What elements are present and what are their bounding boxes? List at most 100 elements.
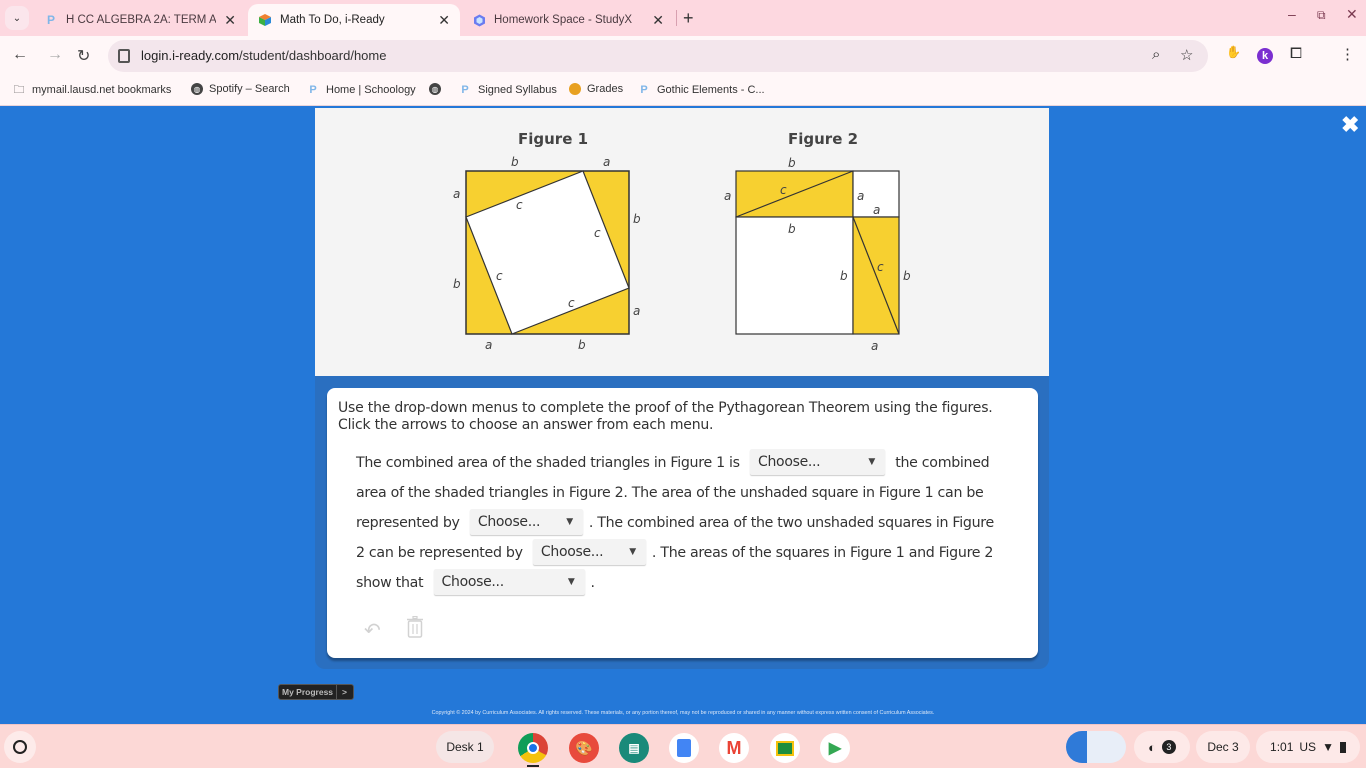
label: c [516, 198, 523, 212]
restore-icon[interactable]: ⧉ [1317, 8, 1326, 23]
label: c [594, 226, 601, 240]
extensions-puzzle-icon[interactable]: ⧠ [1290, 45, 1302, 62]
menu-kebab-icon[interactable]: ⋮ [1340, 45, 1355, 63]
notification-tray[interactable]: ◐ 3 [1134, 731, 1190, 763]
chevron-right-icon: > [342, 687, 347, 697]
bookmark-folder[interactable]: 🗀 mymail.lausd.net bookmarks [12, 83, 172, 97]
url-path: /student/dashboard/home [239, 48, 387, 63]
dropdown-4[interactable]: Choose... ▼ [433, 569, 585, 595]
new-tab-button[interactable]: + [683, 8, 694, 29]
bookmark-globe[interactable]: ◍ [429, 83, 447, 95]
play-store-app-icon[interactable]: ▶ [820, 733, 850, 763]
reload-icon[interactable]: ↻ [77, 46, 90, 66]
undo-icon[interactable]: ↶ [364, 618, 381, 643]
date-text: Dec 3 [1207, 740, 1239, 754]
zoom-icon[interactable]: ⌕ [1152, 46, 1160, 63]
schoology-p-icon: P [640, 84, 648, 96]
slides-app-icon[interactable]: ▤ [619, 733, 649, 763]
globe-icon: ◍ [191, 83, 203, 95]
dropdown-value: Choose... [477, 514, 541, 530]
os-shelf: Desk 1 🎨 ▤ M ▶ ◐ 3 Dec 3 1:01 US ▼ [0, 724, 1366, 768]
dropdown-arrow-icon[interactable]: ▼ [568, 569, 575, 595]
docs-app-icon[interactable] [669, 733, 699, 763]
tab-schoology[interactable]: P H CC ALGEBRA 2A: TERM A2- P ✕ [34, 4, 246, 36]
wifi-icon: ▼ [1322, 740, 1334, 754]
dropdown-value: Choose... [441, 574, 505, 590]
label: c [496, 269, 503, 283]
bookmark-label: Gothic Elements - C... [657, 84, 765, 96]
tab-title: H CC ALGEBRA 2A: TERM A2- P [66, 14, 216, 26]
bookmark-syllabus[interactable]: P Signed Syllabus [458, 83, 557, 97]
prompt-text: . [590, 575, 596, 591]
date-tray[interactable]: Dec 3 [1196, 731, 1250, 763]
question-prompt: The combined area of the shaded triangle… [356, 448, 1006, 598]
profile-avatar[interactable]: k [1257, 48, 1273, 64]
folder-icon: 🗀 [13, 83, 25, 96]
label: b [578, 338, 586, 352]
battery-icon [1339, 741, 1346, 753]
status-tray[interactable]: 1:01 US ▼ [1256, 731, 1360, 763]
dropdown-arrow-icon[interactable]: ▼ [868, 449, 875, 475]
schoology-p-icon: P [309, 84, 317, 96]
notification-count: 3 [1161, 740, 1176, 754]
iready-cube-icon [258, 13, 272, 27]
dropdown-2[interactable]: Choose... ▼ [469, 509, 583, 535]
label: a [603, 155, 610, 169]
tab-separator [676, 10, 677, 26]
tab-iready[interactable]: Math To Do, i-Ready ✕ [248, 4, 460, 36]
url-text[interactable]: login.i-ready.com/student/dashboard/home [141, 48, 386, 63]
classroom-app-icon[interactable] [770, 733, 800, 763]
close-tab-icon[interactable]: ✕ [224, 12, 236, 29]
chevron-down-icon: ⌄ [12, 12, 22, 24]
launcher-button[interactable] [4, 731, 36, 763]
label: b [840, 269, 848, 283]
studyx-icon [472, 13, 486, 27]
screen-capture-thumbnail[interactable] [1066, 731, 1126, 763]
bookmark-star-icon[interactable]: ☆ [1180, 46, 1193, 64]
browser-toolbar: ← → ↻ login.i-ready.com/student/dashboar… [0, 36, 1366, 76]
label: a [633, 304, 640, 318]
notification-icon: ◐ [1148, 739, 1156, 755]
minimize-icon[interactable]: – [1288, 6, 1296, 22]
close-lesson-icon[interactable]: ✖ [1341, 112, 1359, 138]
back-icon[interactable]: ← [12, 46, 28, 64]
tab-title: Math To Do, i-Ready [280, 14, 385, 26]
forward-icon[interactable]: → [47, 46, 63, 64]
label: a [724, 189, 731, 203]
tab-studyx[interactable]: Homework Space - StudyX ✕ [462, 4, 674, 36]
gmail-app-icon[interactable]: M [719, 733, 749, 763]
dropdown-value: Choose... [540, 544, 604, 560]
dropdown-value: Choose... [758, 454, 821, 470]
dropdown-3[interactable]: Choose... ▼ [532, 539, 646, 565]
close-tab-icon[interactable]: ✕ [438, 12, 450, 29]
canvas-app-icon[interactable]: 🎨 [569, 733, 599, 763]
bookmark-label: Grades [587, 83, 624, 95]
trash-icon[interactable] [406, 616, 424, 638]
globe-icon: ◍ [429, 83, 441, 95]
bookmark-grades[interactable]: Grades [569, 83, 623, 95]
label: b [511, 155, 519, 169]
dropdown-arrow-icon[interactable]: ▼ [566, 509, 573, 535]
chrome-app-icon[interactable] [518, 733, 548, 763]
figure2-title: Figure 2 [788, 130, 859, 148]
copyright-text: Copyright © 2024 by Curriculum Associate… [431, 710, 935, 716]
address-bar[interactable]: login.i-ready.com/student/dashboard/home… [108, 40, 1208, 72]
dropdown-1[interactable]: Choose... ▼ [750, 449, 885, 475]
bookmark-gothic[interactable]: P Gothic Elements - C... [637, 83, 765, 97]
bookmark-schoology[interactable]: P Home | Schoology [306, 83, 416, 97]
tab-search-button[interactable]: ⌄ [5, 6, 29, 30]
tab-strip: ⌄ P H CC ALGEBRA 2A: TERM A2- P ✕ Math T… [0, 0, 1366, 36]
site-info-icon[interactable] [118, 49, 130, 63]
tab-title: Homework Space - StudyX [494, 14, 633, 26]
desk-switcher[interactable]: Desk 1 [436, 731, 494, 763]
bookmark-spotify[interactable]: ◍ Spotify – Search [191, 83, 290, 95]
extension-icon[interactable]: ✋ [1226, 45, 1241, 59]
bookmark-label: Home | Schoology [326, 84, 416, 96]
figure1-diagram: b a a b b a a b c c c c [453, 155, 641, 352]
my-progress-button[interactable]: My Progress > [278, 684, 354, 700]
close-tab-icon[interactable]: ✕ [652, 12, 664, 29]
label: b [788, 222, 796, 236]
close-window-icon[interactable]: ✕ [1346, 6, 1358, 23]
label: b [453, 277, 461, 291]
dropdown-arrow-icon[interactable]: ▼ [629, 539, 636, 565]
